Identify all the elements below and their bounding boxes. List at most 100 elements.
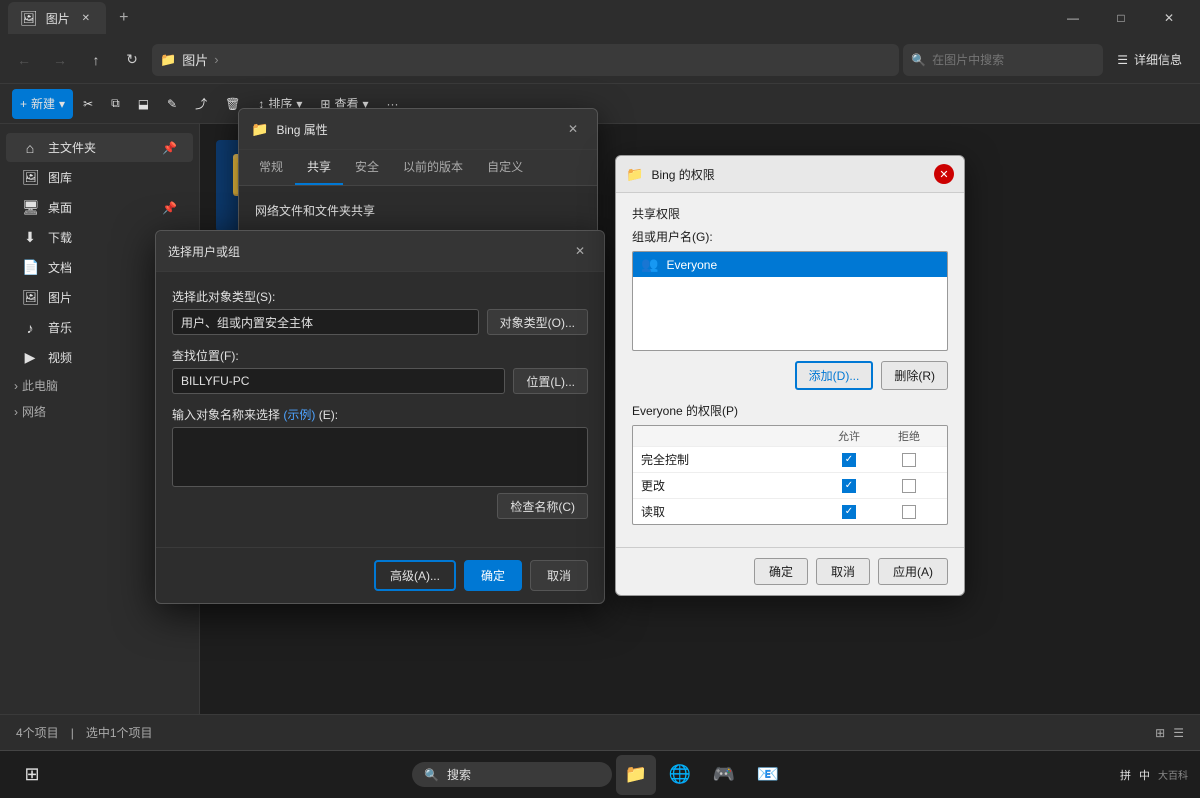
object-name-textarea[interactable] — [172, 427, 588, 487]
perm-change-allow-checkbox[interactable]: ✓ — [842, 479, 856, 493]
bing-properties-icon: 📁 — [251, 121, 268, 138]
perm-read-allow-checkbox[interactable]: ✓ — [842, 505, 856, 519]
taskbar-right: 拼 中 大百科 — [1120, 767, 1188, 783]
selected-count: 选中1个项目 — [86, 724, 153, 741]
share-button[interactable]: ⤴ — [187, 89, 215, 119]
cut-button[interactable]: ✂ — [75, 89, 101, 119]
bing-properties-close[interactable]: ✕ — [561, 117, 585, 141]
select-user-close[interactable]: ✕ — [568, 239, 592, 263]
user-everyone-row[interactable]: 👥 Everyone — [633, 252, 947, 277]
perm-change-deny[interactable] — [879, 479, 939, 493]
sidebar-label-pc: 此电脑 — [22, 377, 58, 394]
taskbar-browser-btn[interactable]: 🌐 — [660, 755, 700, 795]
address-bar[interactable]: 📁 图片 › — [152, 44, 899, 76]
sidebar-item-desktop[interactable]: 🖥 桌面 📌 — [6, 193, 193, 222]
tab-customize[interactable]: 自定义 — [475, 150, 535, 185]
search-input[interactable] — [932, 53, 1072, 67]
location-input[interactable] — [172, 368, 505, 394]
perm-full-control-deny[interactable] — [879, 453, 939, 467]
action-toolbar: + 新建 ▾ ✂ ⧉ ⬓ ✎ ⤴ 🗑 ↕ 排序 ▾ ⊞ 查看 ▾ ··· — [0, 84, 1200, 124]
view-list-icon[interactable]: ☰ — [1173, 726, 1184, 740]
taskbar-lang: 拼 — [1120, 767, 1131, 783]
tab-icon: 🖼 — [20, 10, 38, 27]
advanced-button[interactable]: 高级(A)... — [374, 560, 456, 591]
rename-button[interactable]: ✎ — [159, 89, 185, 119]
new-label: 新建 — [31, 95, 55, 112]
sidebar-label-desktop: 桌面 — [48, 199, 72, 216]
perm-read-deny[interactable] — [879, 505, 939, 519]
location-input-row: 位置(L)... — [172, 368, 588, 394]
up-button[interactable]: ↑ — [80, 44, 112, 76]
sidebar-label-pictures: 图片 — [48, 289, 72, 306]
permissions-ok[interactable]: 确定 — [754, 558, 808, 585]
share-icon: ⤴ — [195, 95, 207, 112]
view-grid-icon[interactable]: ⊞ — [1155, 726, 1165, 740]
select-user-ok[interactable]: 确定 — [464, 560, 522, 591]
taskbar: ⊞ 🔍 搜索 📁 🌐 🎮 📧 拼 中 大百科 — [0, 750, 1200, 798]
group-users-label: 组或用户名(G): — [632, 228, 948, 245]
search-area[interactable]: 🔍 — [903, 44, 1103, 76]
paste-button[interactable]: ⬓ — [130, 89, 157, 119]
taskbar-search[interactable]: 🔍 搜索 — [412, 762, 612, 787]
minimize-button[interactable]: — — [1050, 2, 1096, 34]
perm-full-control-allow[interactable]: ✓ — [819, 453, 879, 467]
add-permission-button[interactable]: 添加(D)... — [795, 361, 874, 390]
paste-icon: ⬓ — [138, 97, 149, 111]
home-icon: ⌂ — [22, 140, 38, 156]
cut-icon: ✂ — [83, 97, 93, 111]
permissions-titlebar: 📁 Bing 的权限 ✕ — [616, 156, 964, 193]
new-button[interactable]: + 新建 ▾ — [12, 89, 73, 119]
check-name-button[interactable]: 检查名称(C) — [497, 493, 588, 519]
back-button[interactable]: ← — [8, 44, 40, 76]
example-link[interactable]: (示例) — [283, 408, 315, 422]
file-explorer-tab[interactable]: 🖼 图片 ✕ — [8, 2, 106, 34]
permissions-close[interactable]: ✕ — [934, 164, 954, 184]
new-tab-button[interactable]: + — [110, 4, 138, 32]
taskbar-mail-btn[interactable]: 📧 — [748, 755, 788, 795]
perm-full-control-allow-checkbox[interactable]: ✓ — [842, 453, 856, 467]
sidebar-item-home[interactable]: ⌂ 主文件夹 📌 — [6, 133, 193, 162]
videos-icon: ▶ — [22, 349, 38, 366]
pin-icon: 📌 — [162, 141, 177, 155]
share-permissions-label: 共享权限 — [632, 205, 948, 222]
perm-read-allow[interactable]: ✓ — [819, 505, 879, 519]
detail-info-button[interactable]: ☰ 详细信息 — [1107, 44, 1192, 76]
tab-close-button[interactable]: ✕ — [78, 10, 94, 26]
tab-area: 🖼 图片 ✕ + — [8, 0, 138, 36]
tab-general[interactable]: 常规 — [247, 150, 295, 185]
perm-change-deny-checkbox[interactable] — [902, 479, 916, 493]
select-user-cancel[interactable]: 取消 — [530, 560, 588, 591]
sidebar-item-gallery[interactable]: 🖼 图库 — [6, 163, 193, 192]
location-button[interactable]: 位置(L)... — [513, 368, 588, 394]
perm-full-control-deny-checkbox[interactable] — [902, 453, 916, 467]
permissions-dialog: 📁 Bing 的权限 ✕ 共享权限 组或用户名(G): 👥 Everyone 添… — [615, 155, 965, 596]
maximize-button[interactable]: □ — [1098, 2, 1144, 34]
sidebar-label-downloads: 下载 — [48, 229, 72, 246]
taskbar-explorer-btn[interactable]: 📁 — [616, 755, 656, 795]
permissions-apply[interactable]: 应用(A) — [878, 558, 948, 585]
window-controls: — □ ✕ — [1050, 2, 1192, 34]
object-type-input[interactable] — [172, 309, 479, 335]
remove-permission-button[interactable]: 删除(R) — [881, 361, 948, 390]
refresh-button[interactable]: ↻ — [116, 44, 148, 76]
perm-change-allow[interactable]: ✓ — [819, 479, 879, 493]
close-window-button[interactable]: ✕ — [1146, 2, 1192, 34]
object-type-input-row: 对象类型(O)... — [172, 309, 588, 335]
tab-previous-versions[interactable]: 以前的版本 — [391, 150, 475, 185]
taskbar-game-btn[interactable]: 🎮 — [704, 755, 744, 795]
desktop-icon: 🖥 — [22, 199, 38, 216]
allow-header: 允许 — [819, 428, 879, 444]
forward-button[interactable]: → — [44, 44, 76, 76]
status-bar: 4个项目 | 选中1个项目 ⊞ ☰ — [0, 714, 1200, 750]
copy-button[interactable]: ⧉ — [103, 89, 128, 119]
object-type-row: 选择此对象类型(S): 对象类型(O)... — [172, 288, 588, 335]
start-button[interactable]: ⊞ — [12, 755, 52, 795]
documents-icon: 📄 — [22, 259, 38, 276]
tab-share[interactable]: 共享 — [295, 150, 343, 185]
object-type-button[interactable]: 对象类型(O)... — [487, 309, 588, 335]
tab-security[interactable]: 安全 — [343, 150, 391, 185]
perm-full-control-label: 完全控制 — [641, 451, 819, 468]
perm-read-deny-checkbox[interactable] — [902, 505, 916, 519]
permissions-cancel[interactable]: 取消 — [816, 558, 870, 585]
permissions-title: Bing 的权限 — [651, 166, 926, 183]
